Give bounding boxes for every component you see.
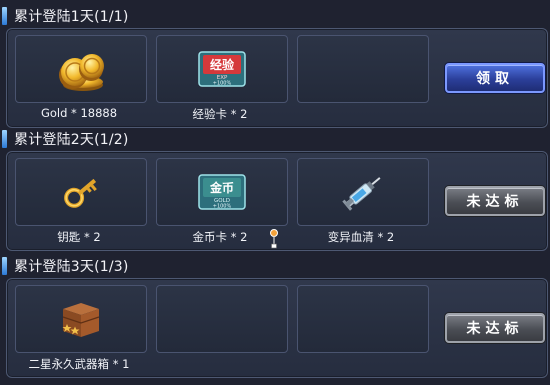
reward-label: 经验卡 * 2 [192, 107, 248, 121]
key-icon [64, 178, 97, 208]
section-marker [2, 7, 7, 25]
section-marker [2, 257, 7, 275]
section-title: 累计登陆2天(1/2) [14, 132, 129, 148]
claim-button[interactable]: 领取 [445, 63, 545, 93]
card-text: 金币 [209, 180, 234, 195]
card-text: 经验 [210, 57, 235, 72]
section-header: 累计登陆3天(1/3) [0, 256, 550, 276]
reward-panel: 二星永久武器箱 * 1 未达标 [6, 278, 548, 378]
section-title: 累计登陆1天(1/1) [14, 9, 129, 25]
gold-coins-icon [59, 54, 104, 91]
section-marker [2, 130, 7, 148]
reward-label: 变异血清 * 2 [327, 230, 395, 244]
reward-label: Gold * 18888 [40, 106, 118, 120]
exp-card-icon: 经验 EXP +100% [198, 51, 246, 87]
reward-slot-empty [297, 285, 429, 353]
section-title: 累计登陆3天(1/3) [14, 259, 129, 275]
not-reached-button: 未达标 [445, 313, 545, 343]
reward-slot-gold-card[interactable]: 金币 GOLD +100% [156, 158, 288, 226]
reward-slot-weapon-crate[interactable] [15, 285, 147, 353]
serum-syringe-icon [342, 177, 381, 211]
reward-label: 钥匙 * 2 [57, 230, 101, 244]
card-pct: +100% [213, 204, 232, 210]
reward-slot-exp-card[interactable]: 经验 EXP +100% [156, 35, 288, 103]
section-header: 累计登陆2天(1/2) [0, 129, 550, 149]
reward-panel: Gold * 18888 经验 EXP +100% 经验卡 * 2 领取 [6, 28, 548, 128]
reward-label: 二星永久武器箱 * 1 [28, 357, 130, 371]
card-pct: +100% [213, 81, 232, 87]
gold-card-icon: 金币 GOLD +100% [198, 174, 246, 210]
reward-slot-serum[interactable] [297, 158, 429, 226]
cursor-marker-icon [270, 229, 278, 249]
weapon-crate-icon [62, 303, 100, 337]
reward-slot-key[interactable] [15, 158, 147, 226]
reward-slot-gold[interactable] [15, 35, 147, 103]
reward-slot-empty [297, 35, 429, 103]
reward-slot-empty [156, 285, 288, 353]
section-header: 累计登陆1天(1/1) [0, 6, 550, 26]
not-reached-button: 未达标 [445, 186, 545, 216]
